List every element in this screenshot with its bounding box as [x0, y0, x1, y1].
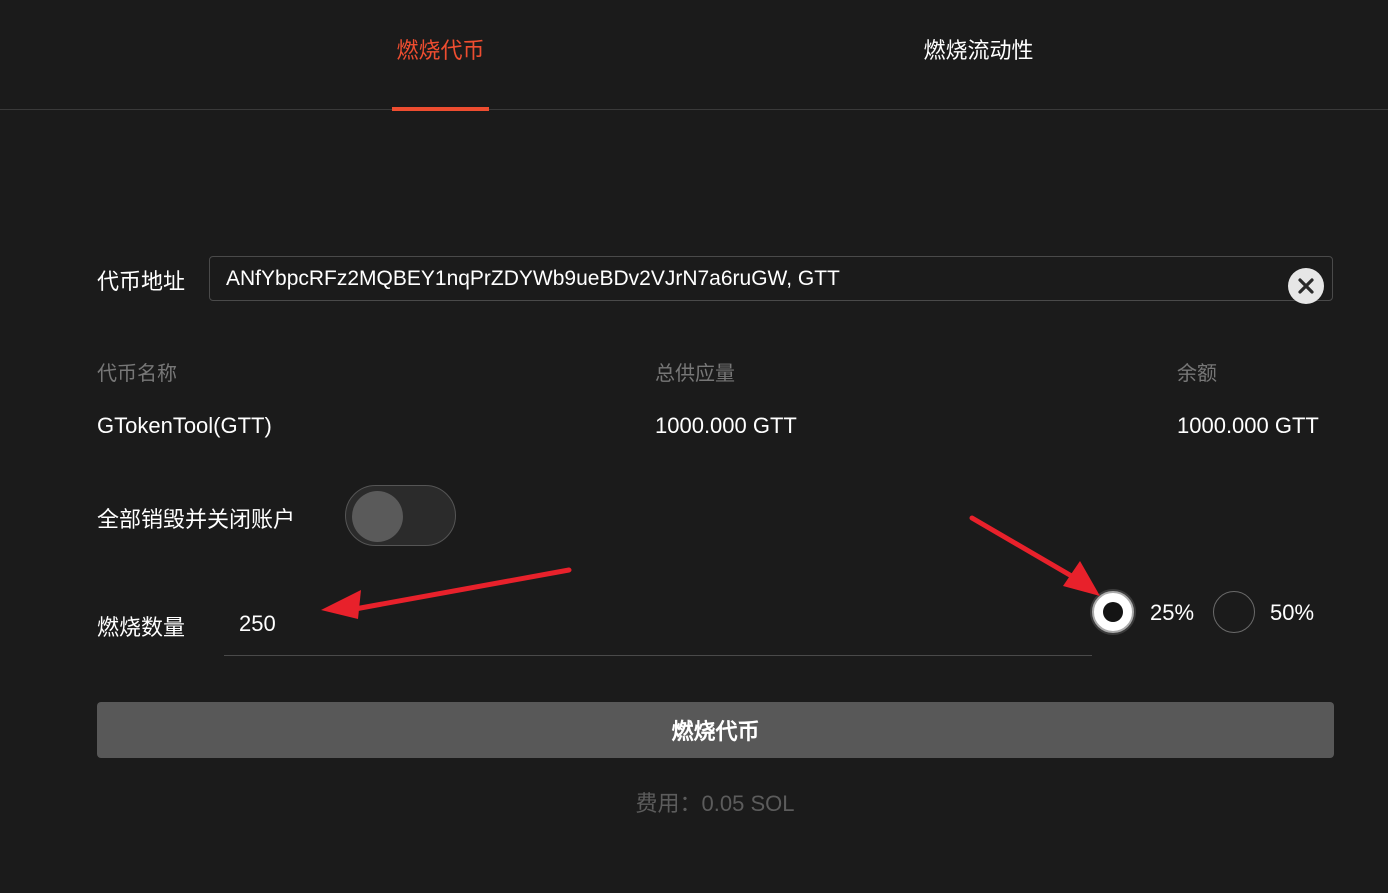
total-supply-header: 总供应量 — [655, 363, 735, 385]
burn-amount-input[interactable]: 250 — [224, 592, 1092, 656]
tab-burn-token[interactable]: 燃烧代币 — [392, 0, 489, 111]
annotation-arrows — [321, 515, 1100, 619]
balance-value: 1000.000 GTT — [1177, 413, 1319, 438]
burn-page: 燃烧代币 燃烧流动性 代币地址 ANfYbpcRFz2MQBEY1nqPrZDY… — [0, 0, 1388, 893]
fee-text: 费用：0.05 SOL — [635, 791, 795, 816]
toggle-knob — [352, 491, 403, 542]
token-address-value[interactable]: ANfYbpcRFz2MQBEY1nqPrZDYWb9ueBDv2VJrN7a6… — [226, 267, 840, 291]
arrow-to-25-radio — [969, 515, 1100, 596]
clear-address-button[interactable] — [1288, 268, 1324, 304]
tab-burn-token-label: 燃烧代币 — [396, 37, 485, 63]
token-name-value: GTokenTool(GTT) — [97, 413, 272, 438]
percent-25-label[interactable]: 25% — [1150, 600, 1194, 626]
close-icon — [1298, 278, 1314, 294]
percent-25-radio[interactable] — [1092, 591, 1134, 633]
tab-bar: 燃烧代币 燃烧流动性 — [0, 0, 1388, 111]
token-address-label: 代币地址 — [97, 269, 186, 294]
burn-amount-value[interactable]: 250 — [239, 611, 276, 637]
balance-header: 余额 — [1177, 363, 1217, 385]
token-name-header: 代币名称 — [97, 363, 177, 385]
token-address-input[interactable]: ANfYbpcRFz2MQBEY1nqPrZDYWb9ueBDv2VJrN7a6… — [209, 256, 1333, 304]
percent-50-radio[interactable] — [1213, 591, 1255, 633]
tab-burn-liquidity[interactable]: 燃烧流动性 — [917, 0, 1040, 109]
burn-token-button[interactable]: 燃烧代币 — [97, 702, 1334, 758]
burn-amount-label: 燃烧数量 — [97, 615, 186, 640]
burn-all-close-account-toggle[interactable] — [345, 485, 456, 546]
percent-50-label[interactable]: 50% — [1270, 600, 1314, 626]
tab-burn-liquidity-label: 燃烧流动性 — [923, 37, 1034, 63]
total-supply-value: 1000.000 GTT — [655, 413, 797, 438]
burn-all-close-account-label: 全部销毁并关闭账户 — [97, 507, 296, 532]
